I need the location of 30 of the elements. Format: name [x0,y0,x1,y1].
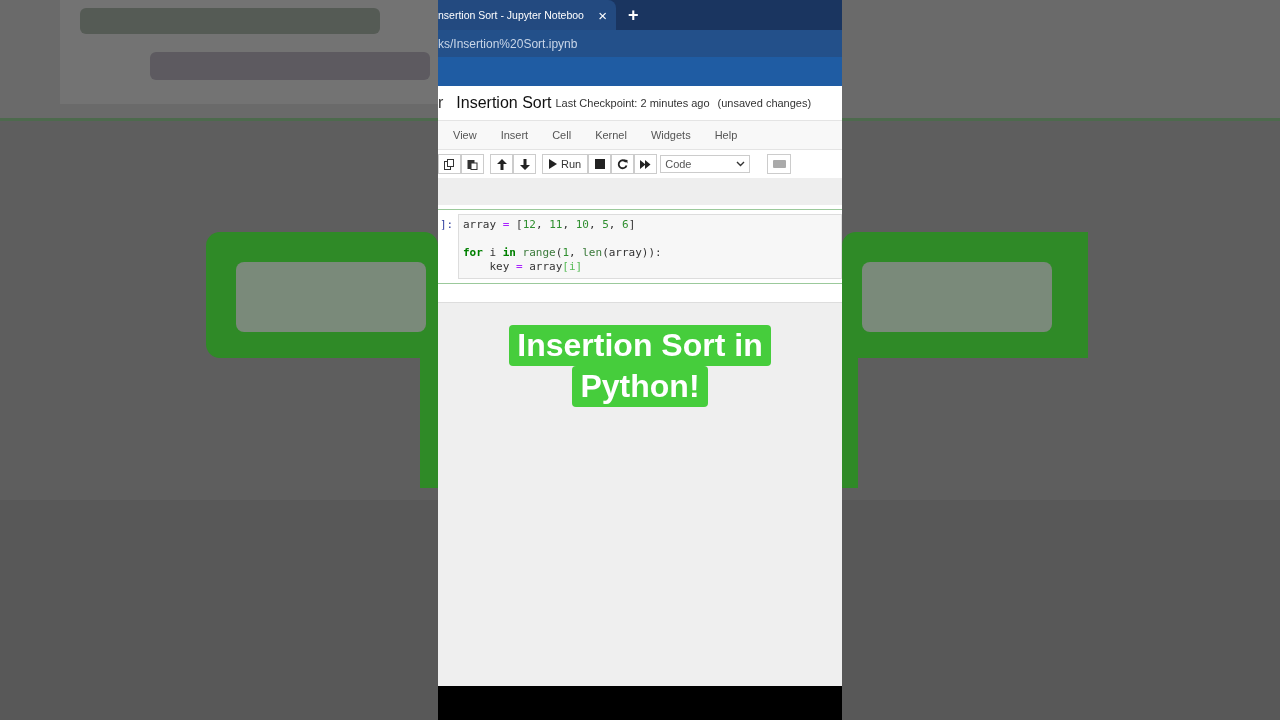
new-tab-button[interactable]: + [628,4,639,26]
menu-item[interactable]: Help [714,129,738,141]
restart-icon[interactable] [611,154,635,174]
run-button[interactable]: Run [542,154,589,174]
close-icon[interactable]: × [598,6,607,24]
menu-item[interactable]: Insert [500,129,529,141]
browser-tab[interactable]: nsertion Sort - Jupyter Noteboo × [438,0,616,30]
cell-prompt: ]: [440,217,455,233]
code-line: array = [12, 11, 10, 5, 6] [463,218,637,232]
cell-type-dropdown[interactable]: Code [660,155,751,173]
checkpoint-text: Last Checkpoint: 2 minutes ago [555,97,710,109]
tab-title: nsertion Sort - Jupyter Noteboo [438,9,584,21]
play-icon [549,159,557,169]
menu-item[interactable]: Kernel [595,129,627,141]
code-line: for i in range(1, len(array)): [463,246,663,260]
logo-text: r [438,94,444,112]
save-status: (unsaved changes) [717,97,812,109]
stop-icon[interactable] [588,154,612,174]
paste-icon[interactable] [461,154,484,174]
fast-forward-icon[interactable] [634,154,658,174]
menu-item[interactable]: View [453,129,477,141]
chevron-down-icon [736,161,746,167]
code-line: key = array[i] [488,260,584,274]
menu-item[interactable]: Cell [552,129,572,141]
caption-text: Python! [572,366,708,407]
menu-item[interactable]: Widgets [650,129,691,141]
address-bar[interactable]: ks/Insertion%20Sort.ipynb [438,30,842,57]
notebook-title[interactable]: Insertion Sort [456,94,552,112]
copy-icon[interactable] [438,154,461,174]
caption-text: Insertion Sort in [509,325,771,366]
